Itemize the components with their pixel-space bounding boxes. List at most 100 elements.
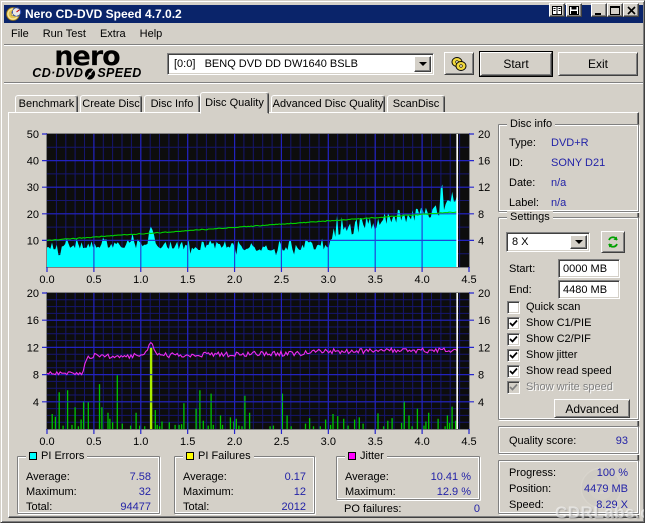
- svg-text:16: 16: [27, 315, 39, 327]
- svg-text:2.0: 2.0: [227, 274, 242, 286]
- checkbox-label[interactable]: Show C1/PIE: [526, 317, 591, 329]
- refresh-icon: [608, 236, 618, 248]
- jitter-average: 10.41 %: [430, 471, 471, 483]
- svg-text:1.5: 1.5: [180, 274, 195, 286]
- disc-info-panel: Disc info Type: DVD+R ID: SONY D21 Date: n/…: [498, 118, 639, 212]
- pi-failures-panel: PI Failures Average: 0.17 Maximum: 12 Tota…: [174, 450, 315, 514]
- svg-text:8: 8: [478, 370, 484, 382]
- nero-logo-text: nero: [54, 41, 120, 72]
- floppy-icon: [569, 5, 579, 15]
- svg-text:8: 8: [478, 209, 484, 221]
- svg-text:3.5: 3.5: [368, 274, 383, 286]
- svg-text:4: 4: [478, 235, 484, 247]
- tab-create-disc[interactable]: Create Disc: [80, 95, 142, 113]
- tab-scandisc[interactable]: ScanDisc: [387, 95, 445, 113]
- drive-select[interactable]: [0:0] BENQ DVD DD DW1640 BSLB: [167, 53, 434, 75]
- checkbox-label[interactable]: Show jitter: [526, 349, 577, 361]
- po-failures-row: PO failures: 0: [344, 503, 480, 515]
- tab-disc-quality[interactable]: Disc Quality: [200, 92, 269, 114]
- checkbox-show-read-speed[interactable]: [507, 365, 520, 378]
- window-title: Nero CD-DVD Speed 4.7.0.2: [25, 7, 182, 21]
- pi-failures-title: PI Failures: [183, 450, 254, 462]
- checkbox-show-c1-pie[interactable]: [507, 317, 520, 330]
- svg-text:20: 20: [478, 129, 490, 141]
- svg-text:40: 40: [27, 156, 39, 168]
- menu-help[interactable]: Help: [133, 26, 170, 43]
- svg-text:1.0: 1.0: [133, 436, 148, 448]
- svg-text:30: 30: [27, 182, 39, 194]
- pi-errors-panel: PI Errors Average: 7.58 Maximum: 32 Total:…: [17, 450, 160, 514]
- svg-text:4.5: 4.5: [461, 436, 476, 448]
- checkmark-icon: [509, 335, 518, 343]
- drive-select-dropdown-button[interactable]: [414, 56, 431, 72]
- chevron-down-icon: [574, 240, 583, 244]
- book-icon: [552, 5, 562, 15]
- checkbox-show-c2-pif[interactable]: [507, 333, 520, 346]
- scan-speed-dropdown-button[interactable]: [570, 235, 587, 249]
- refresh-button[interactable]: [601, 231, 625, 253]
- svg-text:4.0: 4.0: [414, 274, 429, 286]
- checkbox-label[interactable]: Show read speed: [526, 365, 612, 377]
- end-field-value: 4480 MB: [563, 283, 608, 296]
- scan-speed-value: 8 X: [512, 236, 529, 248]
- menu-extra[interactable]: Extra: [93, 26, 133, 43]
- nero-logo: nero CD·DVD SPEED: [11, 41, 163, 82]
- svg-text:2.5: 2.5: [274, 274, 289, 286]
- svg-text:1.5: 1.5: [180, 436, 195, 448]
- close-button[interactable]: [623, 3, 639, 17]
- jitter-maximum: 12.9 %: [436, 486, 471, 498]
- scan-speed-select[interactable]: 8 X: [506, 232, 590, 252]
- start-field[interactable]: 0000 MB: [558, 259, 620, 278]
- checkbox-label[interactable]: Show C2/PIF: [526, 333, 591, 345]
- checkmark-icon: [509, 319, 518, 327]
- menu-file[interactable]: File: [4, 26, 36, 43]
- svg-text:20: 20: [27, 209, 39, 221]
- svg-text:3.5: 3.5: [368, 436, 383, 448]
- tab-advanced-disc-quality[interactable]: Advanced Disc Quality: [271, 95, 385, 113]
- menu-run-test[interactable]: Run Test: [36, 26, 93, 43]
- save-button[interactable]: [566, 3, 582, 17]
- hand-icon: [451, 56, 467, 71]
- svg-text:12: 12: [478, 182, 490, 194]
- disc-slash-icon: [85, 67, 96, 80]
- svg-text:2.5: 2.5: [274, 436, 289, 448]
- cdrlabs-watermark: CDRLabs.com: [555, 503, 644, 522]
- advanced-button[interactable]: Advanced: [554, 399, 630, 418]
- start-button[interactable]: Start: [479, 51, 553, 77]
- nero-logo-subtext: CD·DVD SPEED: [32, 66, 142, 80]
- minimize-button[interactable]: [591, 3, 607, 17]
- quality-score-panel: Quality score: 93: [498, 426, 639, 454]
- settings-panel: Settings 8 X Start: 0000 MB End: 4480 MB…: [498, 211, 639, 420]
- disc-label: n/a: [551, 197, 567, 209]
- disc-info-title: Disc info: [507, 118, 556, 130]
- pi-errors-title: PI Errors: [26, 450, 88, 462]
- title-bar[interactable]: Nero CD-DVD Speed 4.7.0.2: [4, 5, 643, 23]
- svg-text:0.0: 0.0: [39, 274, 54, 286]
- tab-benchmark[interactable]: Benchmark: [15, 95, 78, 113]
- toolbar-divider: [4, 82, 643, 84]
- end-field[interactable]: 4480 MB: [558, 280, 620, 299]
- minimize-icon: [595, 12, 601, 15]
- checkbox-label[interactable]: Quick scan: [526, 301, 580, 313]
- svg-text:4.5: 4.5: [461, 274, 476, 286]
- jitter-swatch: [348, 452, 356, 460]
- svg-text:20: 20: [478, 288, 490, 300]
- disc-quality-page: 50 40 30 20 10 20 16 12 8 4 0.0 0.5 1.0 1.5 2.0 2.5 3.0 3…: [8, 112, 639, 518]
- exit-button[interactable]: Exit: [558, 52, 638, 76]
- svg-text:0.5: 0.5: [86, 436, 101, 448]
- checkbox-show-jitter[interactable]: [507, 349, 520, 362]
- svg-text:8: 8: [33, 370, 39, 382]
- jitter-panel: Jitter Average: 10.41 % Maximum: 12.9 %: [336, 450, 480, 500]
- start-field-value: 0000 MB: [563, 262, 608, 275]
- eject-button[interactable]: [444, 52, 474, 75]
- svg-text:12: 12: [478, 342, 490, 354]
- svg-text:16: 16: [478, 315, 490, 327]
- progress-value: 100 %: [596, 467, 628, 479]
- tab-disc-info[interactable]: Disc Info: [144, 95, 200, 113]
- maximize-button[interactable]: [607, 3, 623, 17]
- disc-id: SONY D21: [551, 157, 606, 169]
- svg-text:4.0: 4.0: [414, 436, 429, 448]
- svg-text:12: 12: [27, 342, 39, 354]
- results-button[interactable]: [549, 3, 565, 17]
- checkbox-quick-scan[interactable]: [507, 301, 520, 314]
